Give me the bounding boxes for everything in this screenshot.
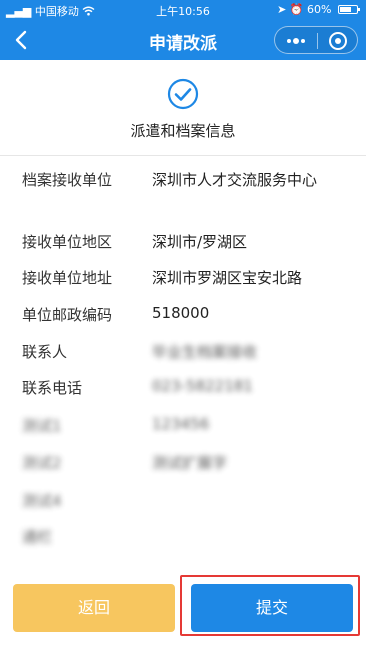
section-header: 派遣和档案信息: [0, 60, 366, 155]
field-label: 测试4: [22, 492, 62, 510]
field-label: 联系电话: [22, 379, 83, 397]
section-divider: [0, 155, 366, 156]
field-label: 接收单位地区: [22, 233, 113, 251]
mini-program-capsule: [274, 26, 358, 54]
field-value: 毕业生档案接收: [152, 343, 258, 361]
field-label: 联系人: [22, 343, 68, 361]
field-label: 测试1: [22, 417, 62, 435]
status-bar: ▂▄▆ 中国移动 上午10:56 ➤ ⏰ 60%: [0, 0, 366, 20]
check-circle-icon: [167, 78, 199, 110]
nav-bar: 申请改派: [0, 20, 366, 60]
field-value: 518000: [152, 304, 210, 322]
battery-fill: [340, 7, 351, 12]
submit-button[interactable]: 提交: [191, 584, 353, 632]
field-value: 123456: [152, 415, 210, 433]
back-button[interactable]: 返回: [13, 584, 175, 632]
field-value: 深圳市罗湖区宝安北路: [152, 269, 303, 287]
field-contact-person: 联系人 毕业生档案接收: [0, 338, 366, 364]
field-contact-phone: 联系电话 023-5822181: [0, 374, 366, 400]
battery-percent: 60%: [307, 3, 332, 16]
field-label: 单位邮政编码: [22, 306, 113, 324]
status-right: ➤ ⏰ 60%: [277, 3, 360, 16]
field-value: 深圳市人才交流服务中心: [152, 171, 318, 189]
field-value: 023-5822181: [152, 377, 253, 395]
field-value: 深圳市/罗湖区: [152, 233, 248, 251]
field-test2: 测试2 测试扩展字: [0, 449, 366, 475]
field-label: 接收单位地址: [22, 269, 113, 287]
field-unit-address: 接收单位地址 深圳市罗湖区宝安北路: [0, 264, 366, 290]
location-icon: ➤: [277, 3, 287, 16]
field-value: 测试扩展字: [152, 454, 228, 472]
field-postcode: 单位邮政编码 518000: [0, 301, 366, 327]
section-title: 派遣和档案信息: [130, 122, 236, 140]
battery-icon: [338, 5, 360, 14]
more-dots-icon[interactable]: [275, 27, 317, 55]
field-full-row: 通栏: [0, 523, 366, 549]
field-unit-region: 接收单位地区 深圳市/罗湖区: [0, 228, 366, 254]
field-archive-unit: 档案接收单位 深圳市人才交流服务中心: [0, 166, 366, 192]
field-label: 通栏: [22, 528, 53, 546]
bottom-action-bar: 返回 提交: [0, 575, 366, 650]
field-test1: 测试1 123456: [0, 412, 366, 438]
close-target-icon[interactable]: [317, 27, 359, 55]
alarm-icon: ⏰: [289, 3, 304, 16]
field-test4: 测试4: [0, 487, 366, 513]
field-label: 测试2: [22, 454, 62, 472]
field-label: 档案接收单位: [22, 171, 113, 189]
